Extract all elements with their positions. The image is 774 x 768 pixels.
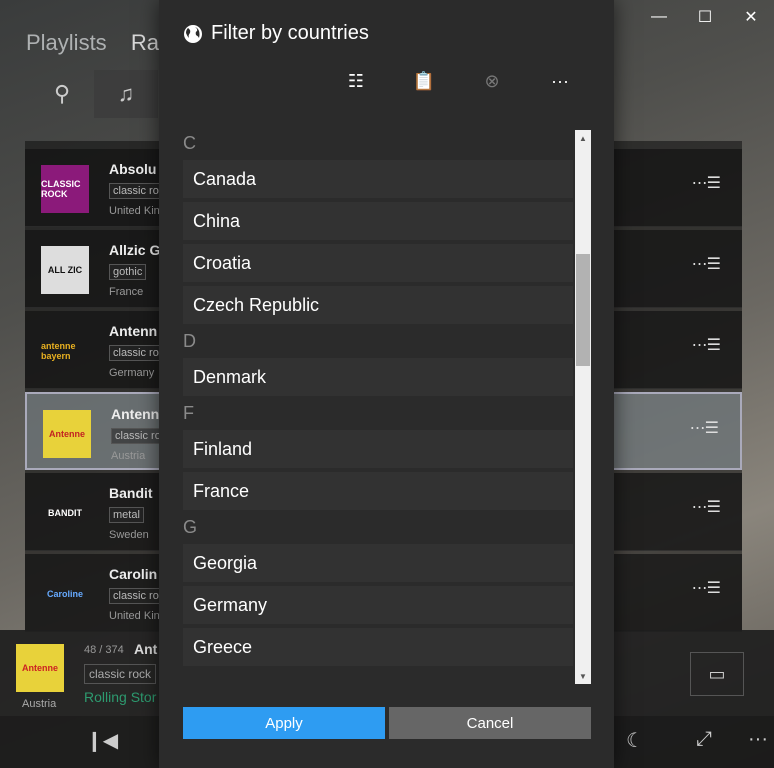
country-item[interactable]: Germany bbox=[183, 586, 573, 624]
country-item[interactable]: France bbox=[183, 472, 573, 510]
station-logo: Caroline bbox=[46, 589, 83, 599]
list-menu-icon[interactable]: ⋯☰ bbox=[690, 418, 719, 438]
station-logo: Antenne bbox=[43, 410, 91, 458]
station-country: Sweden bbox=[109, 529, 149, 541]
country-item[interactable]: Georgia bbox=[183, 544, 573, 582]
window-controls: — ☐ ✕ bbox=[636, 0, 774, 34]
dialog-title: Filter by countries bbox=[211, 22, 369, 44]
list-menu-icon[interactable]: ⋯☰ bbox=[692, 254, 721, 274]
group-header: F bbox=[183, 403, 194, 423]
clear-icon[interactable]: ⊗ bbox=[458, 64, 526, 98]
list-menu-icon[interactable]: ⋯☰ bbox=[692, 173, 721, 193]
country-item[interactable]: China bbox=[183, 202, 573, 240]
dialog-header: Filter by countries bbox=[183, 22, 369, 45]
pivot-header: Playlists Ra bbox=[26, 30, 177, 56]
list-menu-icon[interactable]: ⋯☰ bbox=[692, 578, 721, 598]
pivot-playlists[interactable]: Playlists bbox=[26, 30, 107, 55]
station-country: United Kin bbox=[109, 610, 160, 622]
station-title: Bandit bbox=[109, 485, 153, 501]
station-title: Carolin bbox=[109, 566, 158, 582]
now-playing-country: Austria bbox=[22, 698, 57, 710]
cancel-button[interactable]: Cancel bbox=[389, 707, 591, 739]
clipboard-icon[interactable]: 📋 bbox=[390, 64, 458, 98]
now-playing-logo: Antenne bbox=[16, 644, 64, 692]
group-header: G bbox=[183, 517, 198, 537]
country-list: C Canada China Croatia Czech Republic D Denmar… bbox=[183, 130, 573, 670]
filter-countries-dialog: Filter by countries ☷ 📋 ⊗ ··· C Canada China C… bbox=[159, 0, 614, 768]
country-item[interactable]: Denmark bbox=[183, 358, 573, 396]
station-title: Antenn bbox=[109, 323, 158, 339]
station-logo: antenne bayern bbox=[41, 341, 76, 361]
station-tag: gothic bbox=[109, 264, 147, 280]
station-country: United Kin bbox=[109, 205, 160, 217]
more-icon[interactable]: ··· bbox=[526, 64, 594, 98]
station-title: Allzic G bbox=[109, 242, 161, 258]
scroll-up-icon[interactable]: ▲ bbox=[575, 130, 591, 146]
country-list-container: C Canada China Croatia Czech Republic D Denmar… bbox=[183, 130, 591, 684]
fullscreen-icon[interactable]: ⤢ bbox=[696, 728, 712, 751]
globe-icon bbox=[184, 24, 202, 43]
station-tag: classic ro bbox=[109, 345, 163, 361]
now-playing-tag: classic rock bbox=[84, 664, 157, 684]
list-menu-icon[interactable]: ⋯☰ bbox=[692, 335, 721, 355]
scroll-down-icon[interactable]: ▼ bbox=[575, 668, 591, 684]
station-tag: classic ro bbox=[109, 183, 163, 199]
station-tag: classic ro bbox=[111, 428, 165, 444]
music-note-icon[interactable]: ♫ bbox=[94, 70, 158, 118]
more-options-icon[interactable]: ··· bbox=[748, 728, 768, 751]
country-item[interactable]: Greece bbox=[183, 628, 573, 666]
station-logo: ALL ZIC bbox=[41, 246, 89, 294]
search-icon[interactable]: ⚲ bbox=[30, 70, 94, 118]
now-playing-title: Ant bbox=[134, 641, 158, 657]
now-playing-count: 48 / 374 bbox=[84, 644, 124, 656]
pivot-radio[interactable]: Ra bbox=[131, 30, 159, 55]
station-country: France bbox=[109, 286, 144, 298]
apply-button[interactable]: Apply bbox=[183, 707, 385, 739]
scrollbar[interactable]: ▲ ▼ bbox=[575, 130, 591, 684]
select-all-icon[interactable]: ☷ bbox=[322, 64, 390, 98]
station-country: Austria bbox=[111, 450, 146, 462]
country-item[interactable]: Finland bbox=[183, 430, 573, 468]
country-item[interactable]: Canada bbox=[183, 160, 573, 198]
bg-toolbar: ⚲ ♫ bbox=[30, 70, 158, 118]
close-icon[interactable]: ✕ bbox=[728, 0, 774, 34]
sleep-timer-icon[interactable]: ☾ bbox=[626, 728, 644, 753]
station-title: Antenn bbox=[111, 406, 160, 422]
country-item[interactable]: Croatia bbox=[183, 244, 573, 282]
cast-icon[interactable]: ▭ bbox=[690, 652, 744, 696]
now-playing-song: Rolling Stor bbox=[84, 689, 157, 705]
station-country: Germany bbox=[109, 367, 155, 379]
country-item[interactable]: Czech Republic bbox=[183, 286, 573, 324]
station-logo: CLASSIC ROCK bbox=[41, 165, 89, 213]
station-tag: classic ro bbox=[109, 588, 163, 604]
group-header: C bbox=[183, 133, 196, 153]
station-logo: BANDIT bbox=[48, 508, 82, 518]
previous-icon[interactable]: ❙◀ bbox=[86, 728, 118, 753]
dialog-toolbar: ☷ 📋 ⊗ ··· bbox=[322, 64, 594, 98]
maximize-icon[interactable]: ☐ bbox=[682, 0, 728, 34]
list-menu-icon[interactable]: ⋯☰ bbox=[692, 497, 721, 517]
dialog-footer: Apply Cancel bbox=[183, 707, 591, 739]
minimize-icon[interactable]: — bbox=[636, 0, 682, 34]
station-tag: metal bbox=[109, 507, 144, 523]
station-title: Absolu bbox=[109, 161, 157, 177]
scrollbar-thumb[interactable] bbox=[576, 254, 590, 366]
group-header: D bbox=[183, 331, 196, 351]
